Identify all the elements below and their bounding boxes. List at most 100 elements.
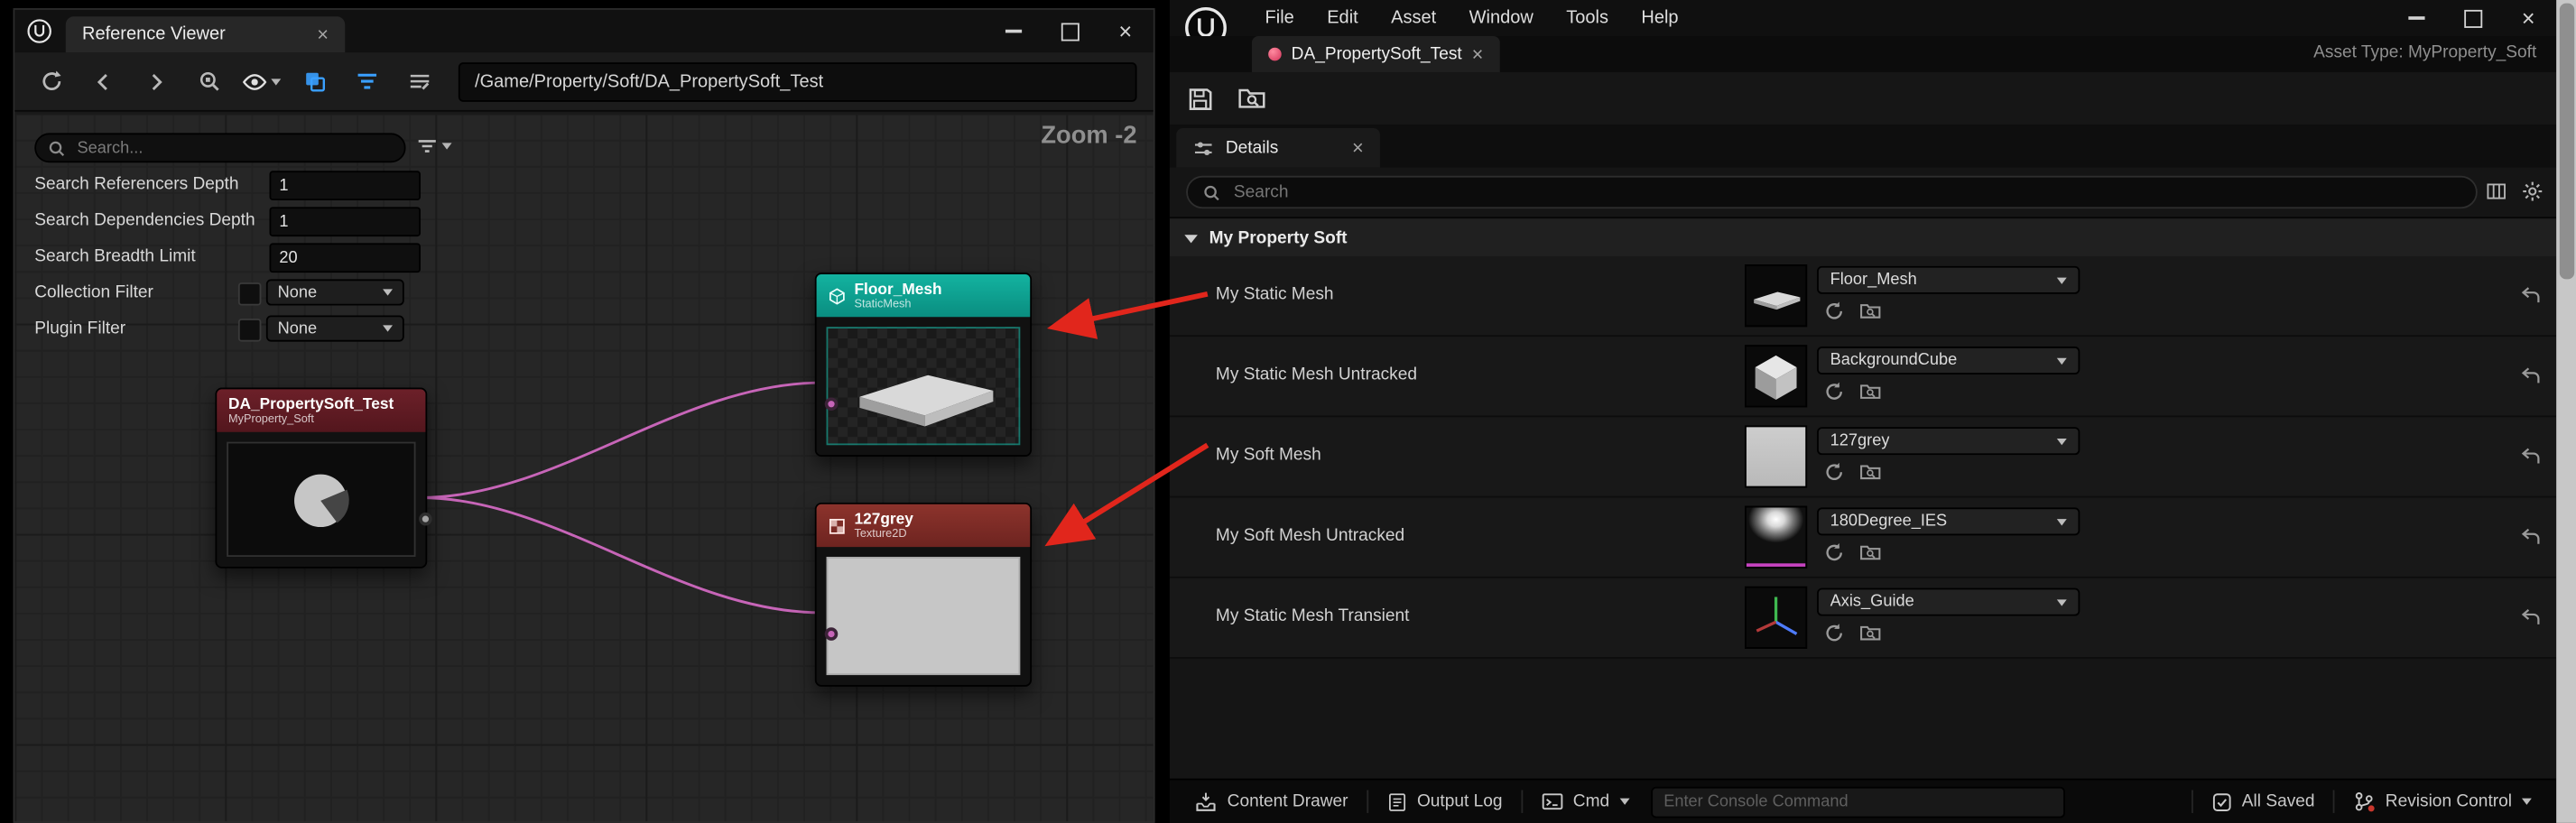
graph-node-da-propertysoft-test[interactable]: DA_PropertySoft_Test MyProperty_Soft <box>215 388 427 569</box>
use-selected-asset-icon[interactable] <box>1823 542 1845 564</box>
history-forward-button[interactable] <box>134 61 177 101</box>
maximize-button[interactable] <box>1042 10 1098 52</box>
plugin-filter-dropdown[interactable]: None <box>266 315 404 341</box>
breadth-limit-input[interactable] <box>270 243 421 273</box>
graph-node-floor-mesh[interactable]: Floor_Mesh StaticMesh <box>815 273 1032 457</box>
output-log-button[interactable]: Output Log <box>1375 791 1515 812</box>
filters-toggle[interactable] <box>345 61 387 101</box>
details-search-box[interactable] <box>1186 176 2478 208</box>
floor-mesh-thumbnail[interactable] <box>1745 264 1807 327</box>
asset-path-field[interactable]: /Game/Property/Soft/DA_PropertySoft_Test <box>459 61 1137 101</box>
divider <box>2333 790 2335 812</box>
scrollbar-thumb[interactable] <box>2559 4 2573 280</box>
divider <box>2191 790 2192 812</box>
menu-help[interactable]: Help <box>1625 0 1695 36</box>
use-selected-asset-icon[interactable] <box>1823 461 1845 483</box>
chevron-down-icon <box>2057 357 2067 364</box>
close-button[interactable]: × <box>2500 0 2556 36</box>
use-selected-asset-icon[interactable] <box>1823 381 1845 402</box>
funnel-icon <box>415 134 438 157</box>
minimize-button[interactable] <box>2389 0 2445 36</box>
graph-search-input[interactable] <box>74 137 393 159</box>
cmd-label: Cmd <box>1573 791 1609 811</box>
chevron-down-icon <box>271 78 281 84</box>
tab-close-icon[interactable]: × <box>1472 44 1484 64</box>
refresh-button[interactable] <box>30 61 72 101</box>
revision-control-label: Revision Control <box>2386 791 2512 811</box>
ies-thumb-art <box>1747 507 1806 567</box>
revision-control-button[interactable]: Revision Control <box>2341 790 2544 812</box>
filter-lines-icon <box>354 69 378 93</box>
menu-edit[interactable]: Edit <box>1311 0 1375 36</box>
grey-texture-thumbnail <box>827 557 1021 675</box>
asset-picker-dropdown[interactable]: BackgroundCube <box>1817 347 2080 375</box>
menu-file[interactable]: File <box>1248 0 1311 36</box>
console-command-input[interactable] <box>1651 786 2065 818</box>
graph-search-box[interactable] <box>34 133 405 162</box>
asset-picker-dropdown[interactable]: Floor_Mesh <box>1817 266 2080 294</box>
reset-to-default-button[interactable] <box>2520 445 2542 467</box>
data-asset-pie-thumbnail <box>277 455 366 543</box>
details-search-input[interactable] <box>1230 180 2460 203</box>
filter-settings-button[interactable] <box>397 61 440 101</box>
plugin-filter-checkbox[interactable] <box>238 319 261 341</box>
collection-filter-dropdown[interactable]: None <box>266 279 404 305</box>
output-pin[interactable] <box>419 513 432 526</box>
save-button[interactable] <box>1186 85 1214 113</box>
collection-filter-checkbox[interactable] <box>238 282 261 305</box>
tab-details[interactable]: Details × <box>1176 128 1380 168</box>
menu-asset[interactable]: Asset <box>1375 0 1452 36</box>
browse-to-asset-button[interactable] <box>1237 84 1267 114</box>
asset-picker-dropdown[interactable]: 180Degree_IES <box>1817 507 2080 535</box>
cmd-selector[interactable]: Cmd <box>1529 790 1641 812</box>
browse-to-asset-icon[interactable] <box>1859 542 1881 564</box>
tab-close-icon[interactable]: × <box>1352 138 1364 158</box>
asset-picker-dropdown[interactable]: Axis_Guide <box>1817 588 2080 616</box>
input-pin[interactable] <box>825 397 839 411</box>
vertical-scrollbar[interactable] <box>2556 0 2576 823</box>
input-pin[interactable] <box>825 627 839 641</box>
grey-texture-thumbnail[interactable] <box>1745 425 1807 487</box>
display-columns-icon[interactable] <box>2486 180 2507 202</box>
browse-to-asset-icon[interactable] <box>1859 623 1881 644</box>
details-settings-gear-icon[interactable] <box>2522 180 2544 202</box>
graph-filter-button[interactable] <box>415 134 451 157</box>
dependencies-depth-input[interactable] <box>270 207 421 236</box>
saved-check-icon <box>2210 791 2232 812</box>
browse-to-asset-icon[interactable] <box>1859 461 1881 483</box>
reference-graph-canvas[interactable]: Zoom -2 <box>14 114 1153 821</box>
close-icon: × <box>2522 6 2535 29</box>
reset-to-default-button[interactable] <box>2520 525 2542 547</box>
reset-to-default-button[interactable] <box>2520 606 2542 628</box>
referencers-depth-input[interactable] <box>270 171 421 200</box>
graph-node-127grey[interactable]: 127grey Texture2D <box>815 503 1032 687</box>
maximize-button[interactable] <box>2444 0 2500 36</box>
background-cube-thumbnail[interactable] <box>1745 345 1807 407</box>
show-duplicates-toggle[interactable] <box>292 61 335 101</box>
ies-profile-thumbnail[interactable] <box>1745 506 1807 569</box>
browse-to-asset-icon[interactable] <box>1859 301 1881 322</box>
tab-close-icon[interactable]: × <box>317 24 329 44</box>
category-my-property-soft[interactable]: My Property Soft <box>1170 217 2556 259</box>
property-label: My Soft Mesh <box>1216 445 1321 465</box>
use-selected-asset-icon[interactable] <box>1823 623 1845 644</box>
minimize-button[interactable] <box>986 10 1042 52</box>
asset-picker-dropdown[interactable]: 127grey <box>1817 427 2080 455</box>
menu-window[interactable]: Window <box>1452 0 1550 36</box>
axis-guide-thumbnail[interactable] <box>1745 587 1807 649</box>
tab-da-propertysoft-test[interactable]: DA_PropertySoft_Test × <box>1252 36 1500 72</box>
reset-to-default-button[interactable] <box>2520 284 2542 306</box>
content-drawer-button[interactable]: Content Drawer <box>1183 790 1360 812</box>
use-selected-asset-icon[interactable] <box>1823 301 1845 322</box>
reset-to-default-button[interactable] <box>2520 365 2542 386</box>
browse-to-asset-icon[interactable] <box>1859 381 1881 402</box>
visibility-options-button[interactable] <box>240 61 283 101</box>
tab-reference-viewer[interactable]: Reference Viewer × <box>66 16 345 52</box>
node-thumbnail-area <box>817 317 1031 455</box>
history-back-button[interactable] <box>82 61 125 101</box>
all-saved-indicator[interactable]: All Saved <box>2199 791 2326 812</box>
find-path-button[interactable] <box>187 61 229 101</box>
reference-viewer-titlebar[interactable]: Reference Viewer × × <box>14 10 1153 52</box>
close-button[interactable]: × <box>1098 10 1154 52</box>
menu-tools[interactable]: Tools <box>1550 0 1625 36</box>
